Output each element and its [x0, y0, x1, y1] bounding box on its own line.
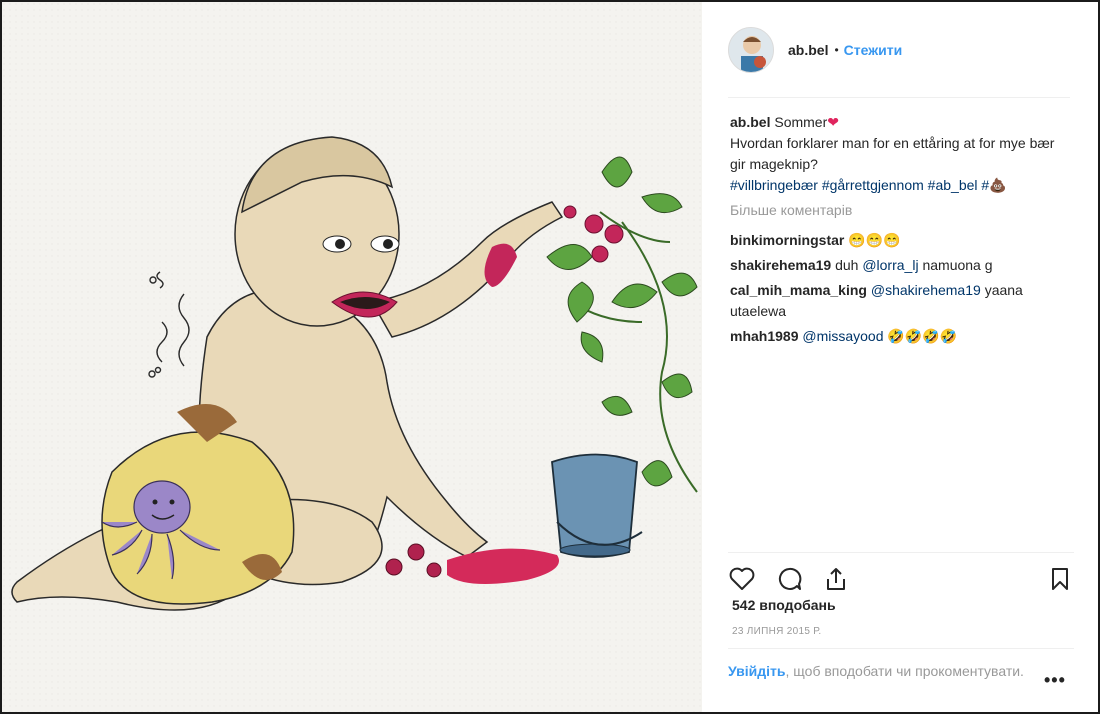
comment-item: binkimorningstar 😁😁😁	[730, 230, 1075, 251]
comment-username[interactable]: shakirehema19	[730, 257, 831, 273]
comment-text: 🤣🤣🤣🤣	[887, 328, 958, 344]
comment-text: namuona g	[922, 257, 993, 273]
post-frame: ab.bel • Стежити ab.bel Sommer❤ Hvordan …	[0, 0, 1100, 714]
post-header: ab.bel • Стежити	[728, 18, 1070, 98]
comment-text: duh	[835, 257, 859, 273]
caption: ab.bel Sommer❤ Hvordan forklarer man for…	[730, 112, 1070, 196]
header-separator: •	[834, 43, 839, 57]
comment-text: 😁😁😁	[848, 232, 901, 248]
comment-item: shakirehema19 duh @lorra_lj namuona g	[730, 255, 1075, 276]
heart-emoji: ❤	[827, 114, 839, 130]
caption-body: Hvordan forklarer man for en ettåring at…	[730, 135, 1055, 172]
hashtag-link[interactable]: #villbringebær	[730, 177, 818, 193]
comment-icon[interactable]	[775, 565, 803, 593]
poop-emoji: 💩	[989, 177, 1007, 193]
header-username[interactable]: ab.bel	[788, 42, 828, 58]
comment-item: cal_mih_mama_king @shakirehema19 yaana u…	[730, 280, 1075, 322]
hashtag-link[interactable]: #gårrettgjennom	[822, 177, 924, 193]
caption-lead: Sommer	[774, 114, 828, 130]
hashtag-link[interactable]: #ab_bel	[928, 177, 978, 193]
comment-mention[interactable]: @shakirehema19	[871, 282, 981, 298]
share-icon[interactable]	[822, 565, 850, 593]
action-bar	[728, 552, 1074, 592]
comment-item: mhah1989 @missayood 🤣🤣🤣🤣	[730, 326, 1075, 347]
like-count[interactable]: 542 вподобань	[732, 597, 836, 613]
login-prompt: Увійдіть, щоб вподобати чи прокоментуват…	[728, 648, 1074, 681]
login-prompt-text: , щоб вподобати чи прокоментувати.	[785, 663, 1024, 679]
follow-button[interactable]: Стежити	[844, 42, 903, 58]
post-date[interactable]: 23 ЛИПНЯ 2015 Р.	[732, 626, 821, 637]
comment-mention[interactable]: @missayood	[802, 328, 883, 344]
caption-username[interactable]: ab.bel	[730, 114, 770, 130]
load-more-comments[interactable]: Більше коментарів	[730, 202, 852, 218]
more-options-icon[interactable]: •••	[1044, 670, 1066, 691]
bookmark-icon[interactable]	[1046, 565, 1074, 593]
illustration	[2, 2, 702, 712]
comment-username[interactable]: cal_mih_mama_king	[730, 282, 867, 298]
post-sidebar: ab.bel • Стежити ab.bel Sommer❤ Hvordan …	[702, 2, 1098, 712]
comment-username[interactable]: mhah1989	[730, 328, 798, 344]
post-image[interactable]	[2, 2, 702, 712]
login-link[interactable]: Увійдіть	[728, 663, 786, 679]
comment-username[interactable]: binkimorningstar	[730, 232, 844, 248]
heart-icon[interactable]	[728, 565, 756, 593]
comment-list: binkimorningstar 😁😁😁 shakirehema19 duh @…	[730, 230, 1075, 351]
comment-mention[interactable]: @lorra_lj	[862, 257, 918, 273]
avatar[interactable]	[728, 27, 774, 73]
